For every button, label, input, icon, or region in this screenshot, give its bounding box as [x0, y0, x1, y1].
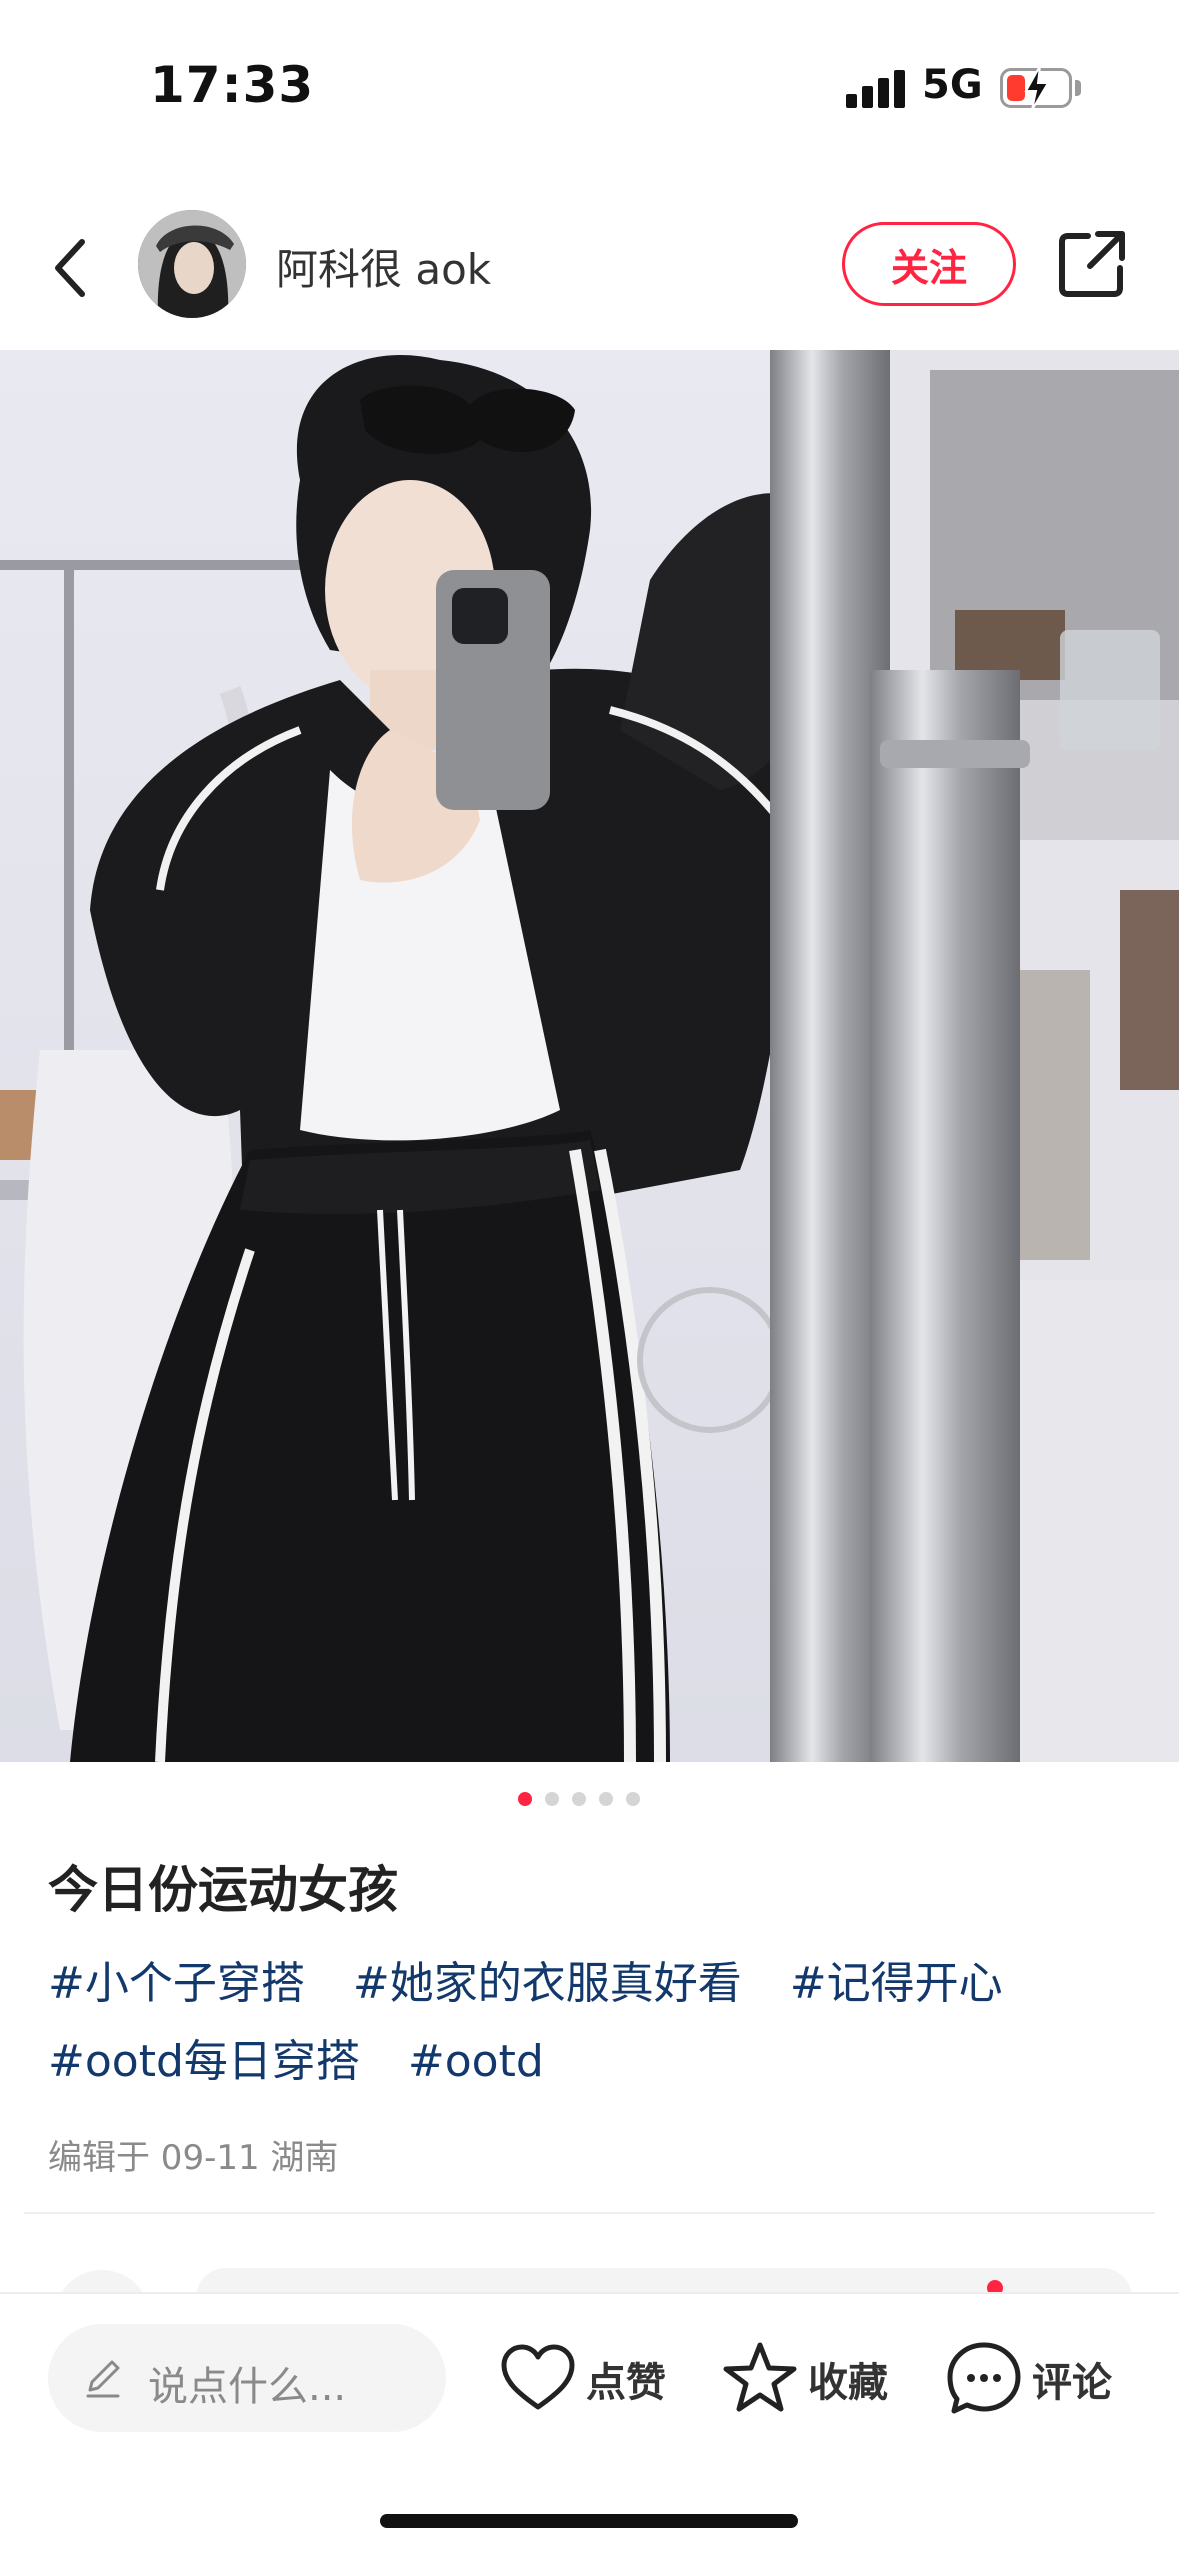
note-title: 今日份运动女孩 — [48, 1861, 398, 1919]
hashtag-link[interactable]: #她家的衣服真好看 — [353, 1958, 742, 2009]
home-indicator[interactable] — [380, 2514, 798, 2528]
carousel-dot — [626, 1792, 640, 1806]
hashtag-link[interactable]: #ootd — [408, 2036, 544, 2087]
comment-label: 评论 — [1032, 2360, 1112, 2406]
star-icon — [723, 2342, 797, 2412]
pencil-icon — [86, 2360, 120, 2398]
divider — [24, 2212, 1155, 2214]
carousel-dot — [518, 1792, 532, 1806]
back-arrow-icon[interactable] — [40, 228, 110, 308]
hashtag-list: #小个子穿搭 #她家的衣服真好看 #记得开心 #ootd每日穿搭 #ootd — [48, 1945, 1148, 2101]
note-header: 阿科很 aok 关注 — [0, 190, 1179, 350]
author-name[interactable]: 阿科很 aok — [276, 236, 491, 297]
cellular-signal-icon — [846, 70, 906, 108]
comment-input[interactable]: 说点什么... — [48, 2324, 446, 2432]
edit-meta: 编辑于 09-11 湖南 — [48, 2138, 339, 2178]
status-time: 17:33 — [150, 56, 315, 114]
hashtag-link[interactable]: #小个子穿搭 — [48, 1958, 305, 2009]
like-button[interactable]: 点赞 — [498, 2334, 666, 2424]
like-label: 点赞 — [586, 2360, 666, 2406]
hashtag-link[interactable]: #ootd每日穿搭 — [48, 2036, 360, 2087]
hashtag-link[interactable]: #记得开心 — [790, 1958, 1003, 2009]
carousel-indicator — [518, 1792, 640, 1806]
heart-icon — [501, 2344, 575, 2410]
battery-cap — [1075, 80, 1081, 96]
follow-button[interactable]: 关注 — [842, 222, 1016, 306]
author-avatar[interactable] — [138, 210, 246, 318]
charging-bolt-icon — [1024, 65, 1050, 111]
comment-button[interactable]: 评论 — [944, 2334, 1112, 2424]
collect-button[interactable]: 收藏 — [720, 2334, 888, 2424]
share-icon[interactable] — [1054, 226, 1130, 302]
network-type: 5G — [922, 62, 983, 108]
carousel-dot — [599, 1792, 613, 1806]
collect-label: 收藏 — [808, 2360, 888, 2406]
comment-bubble-icon — [947, 2342, 1021, 2414]
note-photo[interactable] — [0, 350, 1179, 1762]
comment-input-placeholder: 说点什么... — [148, 2364, 347, 2410]
status-bar: 17:33 5G — [0, 0, 1179, 175]
carousel-dot — [572, 1792, 586, 1806]
carousel-dot — [545, 1792, 559, 1806]
